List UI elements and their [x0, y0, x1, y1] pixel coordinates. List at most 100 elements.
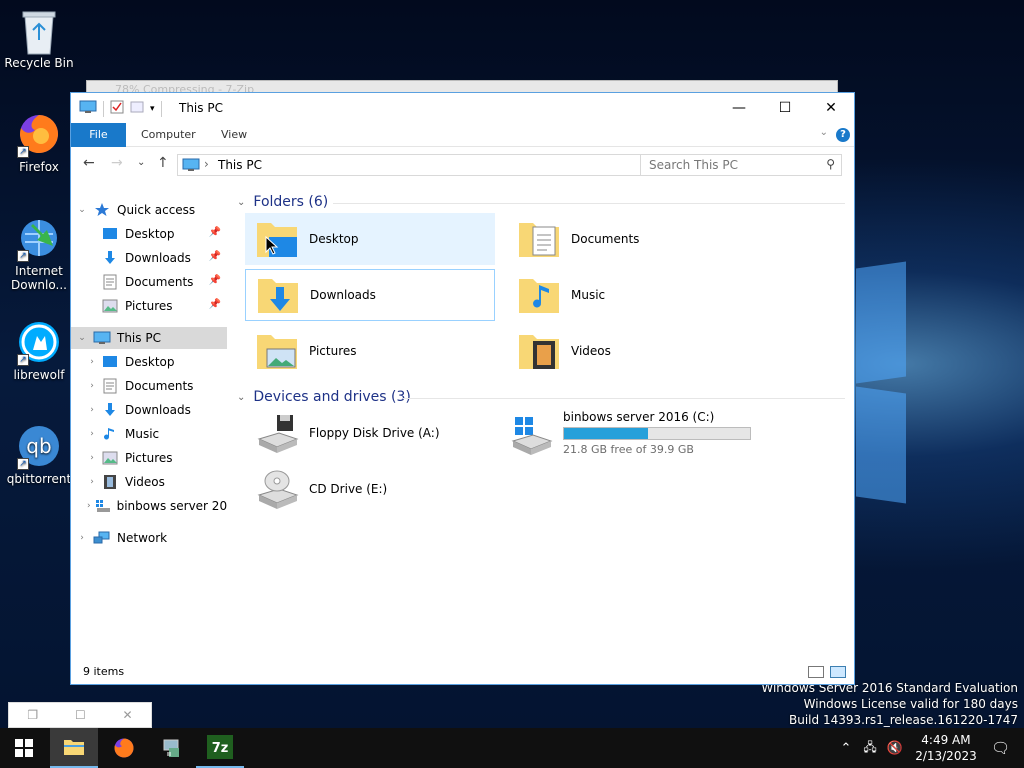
expand-icon[interactable]: ›	[77, 533, 87, 543]
details-view-icon[interactable]	[808, 666, 824, 678]
desktop-icon-recycle-bin[interactable]: Recycle Bin	[1, 8, 77, 70]
folders-group-header[interactable]: ⌄ Folders (6)	[237, 194, 328, 210]
properties-icon[interactable]	[110, 100, 124, 117]
server-manager-icon	[163, 739, 179, 757]
file-explorer-icon	[64, 740, 84, 755]
pin-icon: 📌	[208, 275, 221, 286]
expand-icon[interactable]: ›	[87, 429, 97, 439]
help-icon[interactable]: ?	[836, 128, 850, 142]
collapse-group-icon[interactable]: ⌄	[237, 197, 245, 208]
nav-network[interactable]: › Network	[71, 527, 227, 549]
film-icon	[101, 474, 119, 490]
folder-downloads[interactable]: Downloads	[245, 269, 495, 321]
nav-pc-pictures[interactable]: › Pictures	[71, 447, 227, 469]
nav-quick-documents[interactable]: Documents 📌	[71, 271, 227, 293]
drive-c[interactable]: binbows server 2016 (C:) 21.8 GB free of…	[499, 407, 799, 459]
desktop-icon-label: qbittorrent	[6, 472, 72, 486]
search-icon: ⚲	[826, 157, 835, 171]
minimize-icon: —	[732, 100, 746, 116]
large-icons-view-icon[interactable]	[830, 666, 846, 678]
expand-icon[interactable]: ›	[87, 501, 91, 511]
address-bar[interactable]: › This PC ⌄ ↻	[177, 154, 703, 176]
clock-time: 4:49 AM	[921, 733, 971, 747]
back-button[interactable]: ←	[83, 155, 95, 171]
seven-zip-icon: 7z	[207, 735, 233, 759]
taskbar-firefox[interactable]	[100, 728, 148, 768]
nav-pc-c-drive[interactable]: › binbows server 2016	[71, 495, 227, 517]
new-folder-icon[interactable]	[130, 100, 144, 117]
nav-pc-documents[interactable]: › Documents	[71, 375, 227, 397]
nav-label: Pictures	[125, 299, 173, 313]
recycle-bin-icon	[17, 8, 61, 55]
folder-desktop[interactable]: Desktop	[245, 213, 495, 265]
nav-quick-downloads[interactable]: Downloads 📌	[71, 247, 227, 269]
desktop-icon-label: Recycle Bin	[4, 56, 74, 70]
shortcut-arrow-icon: ↗	[17, 354, 29, 366]
search-input[interactable]: Search This PC ⚲	[640, 154, 842, 176]
maximize-icon[interactable]: ☐	[75, 708, 86, 722]
desktop-icon-internet-download-manager[interactable]: ↗ Internet Downlo...	[1, 216, 77, 292]
documents-folder-icon	[515, 215, 563, 263]
collapse-icon[interactable]: ⌄	[77, 205, 87, 215]
collapse-group-icon[interactable]: ⌄	[237, 392, 245, 403]
breadcrumb-this-pc[interactable]: This PC	[218, 158, 262, 172]
devices-group-header[interactable]: ⌄ Devices and drives (3)	[237, 389, 411, 405]
taskbar-7zip[interactable]: 7z	[196, 728, 244, 768]
nav-this-pc[interactable]: ⌄ This PC	[71, 327, 227, 349]
start-button[interactable]	[0, 728, 48, 768]
firefox-icon	[114, 738, 134, 758]
desktop-icon-librewolf[interactable]: ↗ librewolf	[1, 320, 77, 382]
recent-locations-button[interactable]: ⌄	[137, 157, 145, 168]
close-icon[interactable]: ✕	[123, 708, 133, 722]
pin-icon: 📌	[208, 299, 221, 310]
close-button[interactable]: ✕	[808, 93, 854, 123]
minimize-button[interactable]: —	[716, 93, 762, 123]
taskbar-file-explorer[interactable]	[50, 728, 98, 768]
nav-pc-desktop[interactable]: › Desktop	[71, 351, 227, 373]
folder-pictures[interactable]: Pictures	[245, 325, 495, 377]
taskbar-server-manager[interactable]	[148, 728, 196, 768]
clock[interactable]: 4:49 AM 2/13/2023	[909, 732, 983, 764]
nav-quick-access[interactable]: ⌄ Quick access	[71, 199, 227, 221]
breadcrumb-separator-icon[interactable]: ›	[204, 157, 209, 171]
drive-cd-e[interactable]: CD Drive (E:)	[245, 463, 495, 515]
volume-muted-icon[interactable]: 🔇	[887, 741, 903, 756]
nav-pc-videos[interactable]: › Videos	[71, 471, 227, 493]
expand-icon[interactable]: ›	[87, 381, 97, 391]
clock-date: 2/13/2023	[915, 749, 977, 763]
show-hidden-icons-icon[interactable]: ⌃	[840, 741, 851, 756]
maximize-button[interactable]: ☐	[762, 93, 808, 123]
tab-view[interactable]: View	[221, 123, 247, 147]
explorer-window[interactable]: ▾ This PC — ☐ ✕ File Computer View ⌄ ? ←…	[70, 92, 855, 685]
restore-icon[interactable]: ❐	[27, 708, 38, 722]
navigation-pane: ⌄ Quick access Desktop 📌 Downloads 📌 Doc…	[71, 197, 231, 657]
tab-file[interactable]: File	[71, 123, 126, 147]
expand-icon[interactable]: ›	[87, 405, 97, 415]
network-status-icon[interactable]: 🖧	[863, 738, 876, 759]
tab-computer[interactable]: Computer	[141, 123, 196, 147]
drive-floppy-a[interactable]: Floppy Disk Drive (A:)	[245, 407, 495, 459]
up-button[interactable]: ↑	[157, 155, 169, 171]
desktop-icon-qbittorrent[interactable]: qb ↗ qbittorrent	[1, 424, 77, 486]
expand-ribbon-icon[interactable]: ⌄	[820, 127, 828, 138]
expand-icon[interactable]: ›	[87, 357, 97, 367]
expand-icon[interactable]: ›	[87, 477, 97, 487]
nav-pc-downloads[interactable]: › Downloads	[71, 399, 227, 421]
folder-label: Music	[571, 288, 606, 302]
forward-button[interactable]: →	[111, 155, 123, 171]
customize-dropdown-icon[interactable]: ▾	[150, 104, 155, 114]
collapse-icon[interactable]: ⌄	[77, 333, 87, 343]
nav-quick-pictures[interactable]: Pictures 📌	[71, 295, 227, 317]
desktop-icon-label: Firefox	[19, 160, 59, 174]
mini-window-controls[interactable]: ❐ ☐ ✕	[8, 702, 152, 728]
title-bar[interactable]: ▾ This PC — ☐ ✕	[71, 93, 854, 123]
folder-documents[interactable]: Documents	[507, 213, 757, 265]
expand-icon[interactable]: ›	[87, 453, 97, 463]
desktop-folder-icon	[101, 354, 119, 370]
notifications-icon[interactable]: 🗨	[991, 739, 1010, 757]
desktop-icon-firefox[interactable]: ↗ Firefox	[1, 112, 77, 174]
folder-videos[interactable]: Videos	[507, 325, 757, 377]
nav-pc-music[interactable]: › Music	[71, 423, 227, 445]
nav-quick-desktop[interactable]: Desktop 📌	[71, 223, 227, 245]
folder-music[interactable]: Music	[507, 269, 757, 321]
